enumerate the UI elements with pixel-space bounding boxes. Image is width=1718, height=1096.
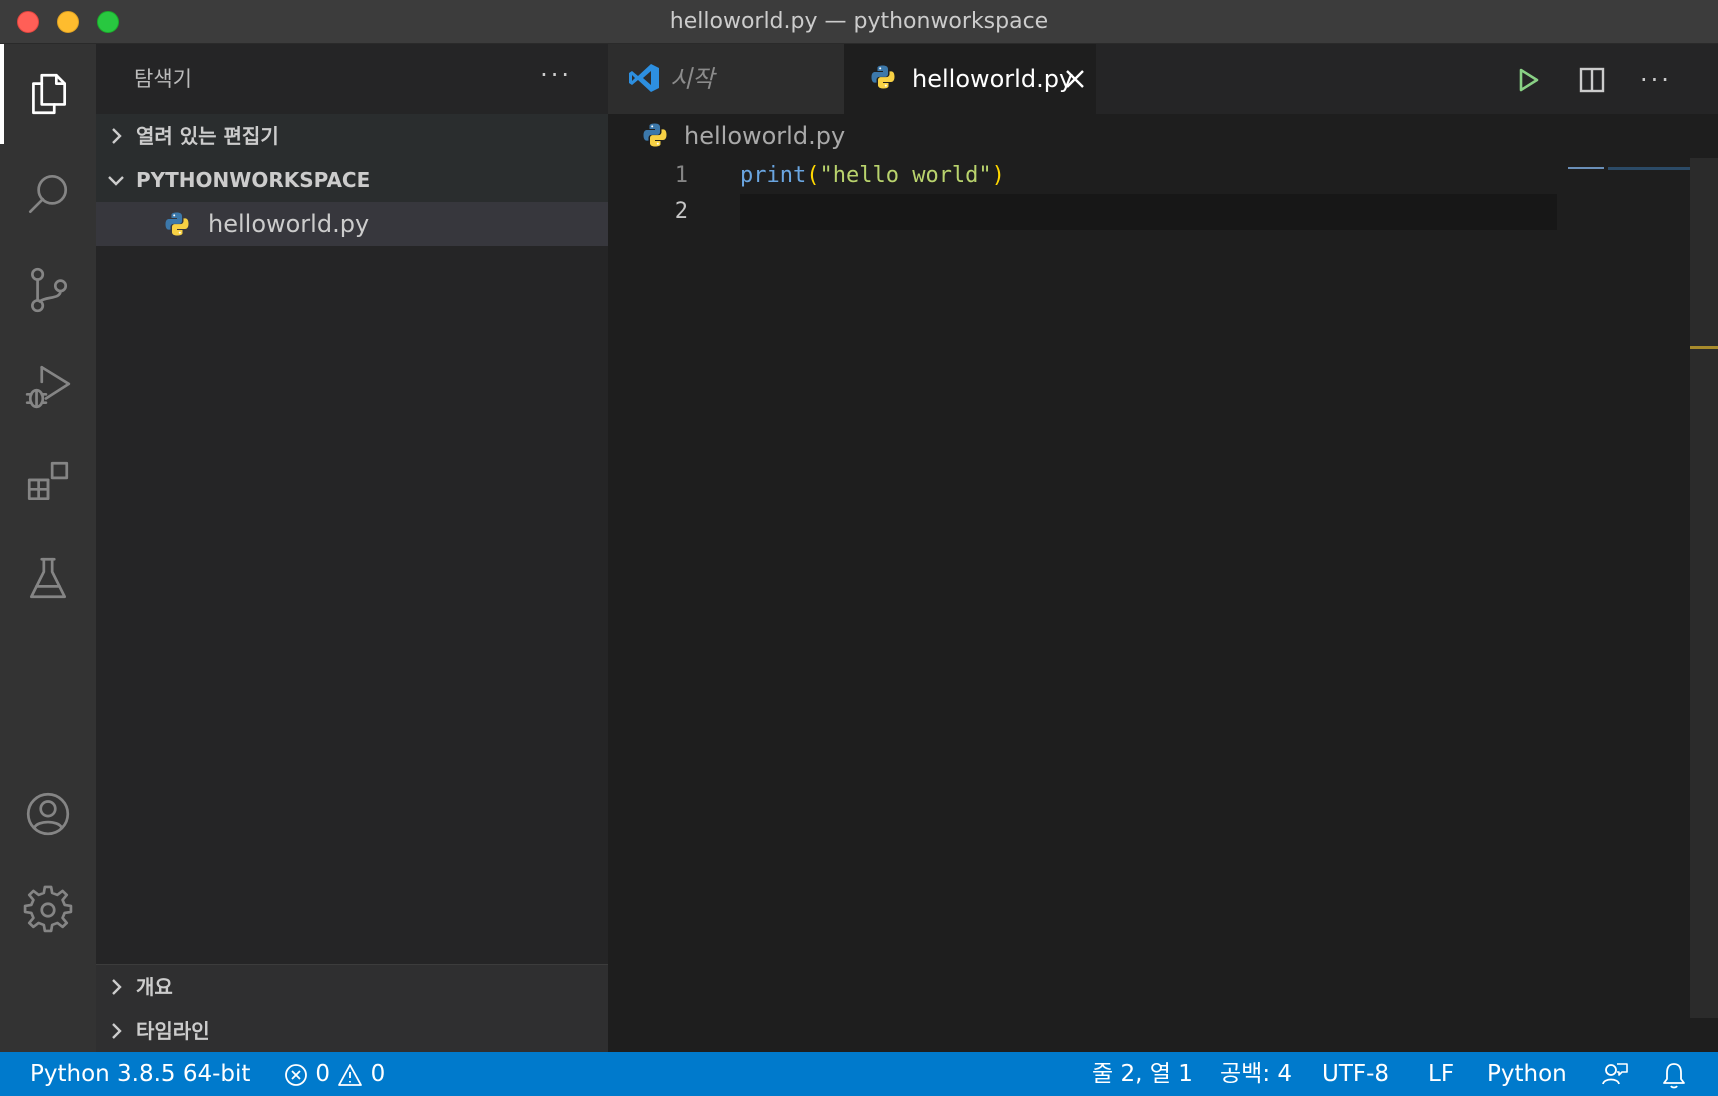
section-open-editors-label: 열려 있는 편집기 <box>136 124 279 148</box>
section-timeline[interactable]: 타임라인 <box>96 1009 608 1053</box>
window-title: helloworld.py — pythonworkspace <box>669 9 1049 34</box>
testing-icon <box>29 557 67 599</box>
token-paren-open: ( <box>806 163 820 188</box>
section-outline[interactable]: 개요 <box>96 965 608 1009</box>
activity-explorer[interactable] <box>0 44 96 144</box>
editor-actions: ··· <box>1488 44 1718 114</box>
tab-welcome[interactable]: 시작 <box>608 44 844 114</box>
chevron-right-icon <box>106 1021 126 1041</box>
split-editor-button[interactable] <box>1572 60 1612 100</box>
activity-manage[interactable] <box>0 860 96 960</box>
editor-more-actions-button[interactable]: ··· <box>1636 60 1676 100</box>
status-bar: Python 3.8.5 64-bit 0 0 줄 2, 열 1 공백: 4 U… <box>0 1052 1718 1096</box>
file-name: helloworld.py <box>208 210 370 238</box>
explorer-sidebar: 탐색기 ··· 열려 있는 편집기 PYTHONWORKSPACE hellow… <box>96 44 608 1052</box>
split-editor-icon <box>1579 67 1605 93</box>
minimap[interactable] <box>1568 158 1698 170</box>
close-icon[interactable] <box>1064 68 1086 90</box>
feedback-button[interactable] <box>1600 1052 1630 1096</box>
sidebar-header: 탐색기 ··· <box>96 44 608 114</box>
cursor-position[interactable]: 줄 2, 열 1 <box>1092 1052 1193 1096</box>
chevron-down-icon <box>106 170 126 190</box>
run-python-button[interactable] <box>1508 60 1548 100</box>
activity-extensions[interactable] <box>0 432 96 532</box>
play-icon <box>1519 68 1539 92</box>
notifications-button[interactable] <box>1660 1052 1688 1096</box>
feedback-icon <box>1602 1062 1628 1084</box>
editor-group: 시작 helloworld.py ··· helloworld.py 1 pri… <box>608 44 1718 1052</box>
sidebar-title: 탐색기 <box>134 67 192 91</box>
tab-helloworld-label: helloworld.py <box>912 65 1074 93</box>
breadcrumb[interactable]: helloworld.py <box>608 114 1718 158</box>
search-icon <box>28 174 68 214</box>
error-count: 0 <box>315 1061 330 1087</box>
python-interpreter[interactable]: Python 3.8.5 64-bit <box>30 1052 250 1096</box>
language-mode[interactable]: Python <box>1487 1052 1567 1096</box>
activity-account[interactable] <box>0 764 96 864</box>
error-icon <box>285 1063 307 1086</box>
code-line[interactable]: 1 print("hello world") <box>608 158 1688 194</box>
bell-icon <box>1663 1062 1685 1088</box>
scrollbar-cursor-marker <box>1690 346 1718 349</box>
run-debug-icon <box>25 365 71 409</box>
explorer-icon <box>32 73 67 115</box>
chevron-right-icon <box>106 126 126 146</box>
source-control-icon <box>31 267 68 313</box>
python-icon <box>870 64 896 94</box>
account-icon <box>26 792 70 836</box>
vscode-icon <box>628 62 660 98</box>
section-timeline-label: 타임라인 <box>136 1019 210 1043</box>
sidebar-more-actions-button[interactable]: ··· <box>540 44 572 114</box>
line-number: 1 <box>674 163 688 188</box>
problems-indicator[interactable]: 0 0 <box>284 1052 385 1096</box>
activity-search[interactable] <box>0 144 96 244</box>
section-outline-label: 개요 <box>136 975 173 999</box>
tab-bar: 시작 helloworld.py ··· <box>608 44 1718 114</box>
file-encoding[interactable]: UTF-8 <box>1322 1052 1389 1096</box>
code-line[interactable]: 2 <box>608 194 1688 230</box>
breadcrumb-file: helloworld.py <box>684 122 846 150</box>
line-source: print("hello world") <box>740 158 1005 194</box>
tab-welcome-label: 시작 <box>670 65 715 93</box>
section-open-editors[interactable]: 열려 있는 편집기 <box>96 114 608 158</box>
token-string: "hello world" <box>819 163 992 188</box>
activity-testing[interactable] <box>0 528 96 628</box>
warning-icon <box>338 1063 363 1086</box>
indentation[interactable]: 공백: 4 <box>1220 1052 1292 1096</box>
extensions-icon <box>27 461 69 501</box>
token-function: print <box>740 163 807 188</box>
chevron-right-icon <box>106 977 126 997</box>
section-workspace-label: PYTHONWORKSPACE <box>136 168 371 192</box>
warning-count: 0 <box>370 1061 386 1087</box>
gear-icon <box>23 885 73 933</box>
activity-bar <box>0 44 96 1052</box>
section-workspace[interactable]: PYTHONWORKSPACE <box>96 158 608 202</box>
vertical-scrollbar[interactable] <box>1690 158 1718 1018</box>
line-number: 2 <box>674 199 688 224</box>
sidebar-bottom-panels: 개요 타임라인 <box>96 964 608 1052</box>
python-icon <box>642 122 668 152</box>
end-of-line[interactable]: LF <box>1428 1052 1454 1096</box>
activity-run-debug[interactable] <box>0 336 96 436</box>
python-icon <box>164 211 190 241</box>
title-bar: helloworld.py — pythonworkspace <box>0 0 1718 44</box>
token-paren-close: ) <box>991 163 1005 188</box>
file-item-helloworld[interactable]: helloworld.py <box>96 202 608 246</box>
activity-source-control[interactable] <box>0 240 96 340</box>
tab-helloworld[interactable]: helloworld.py <box>844 44 1096 114</box>
